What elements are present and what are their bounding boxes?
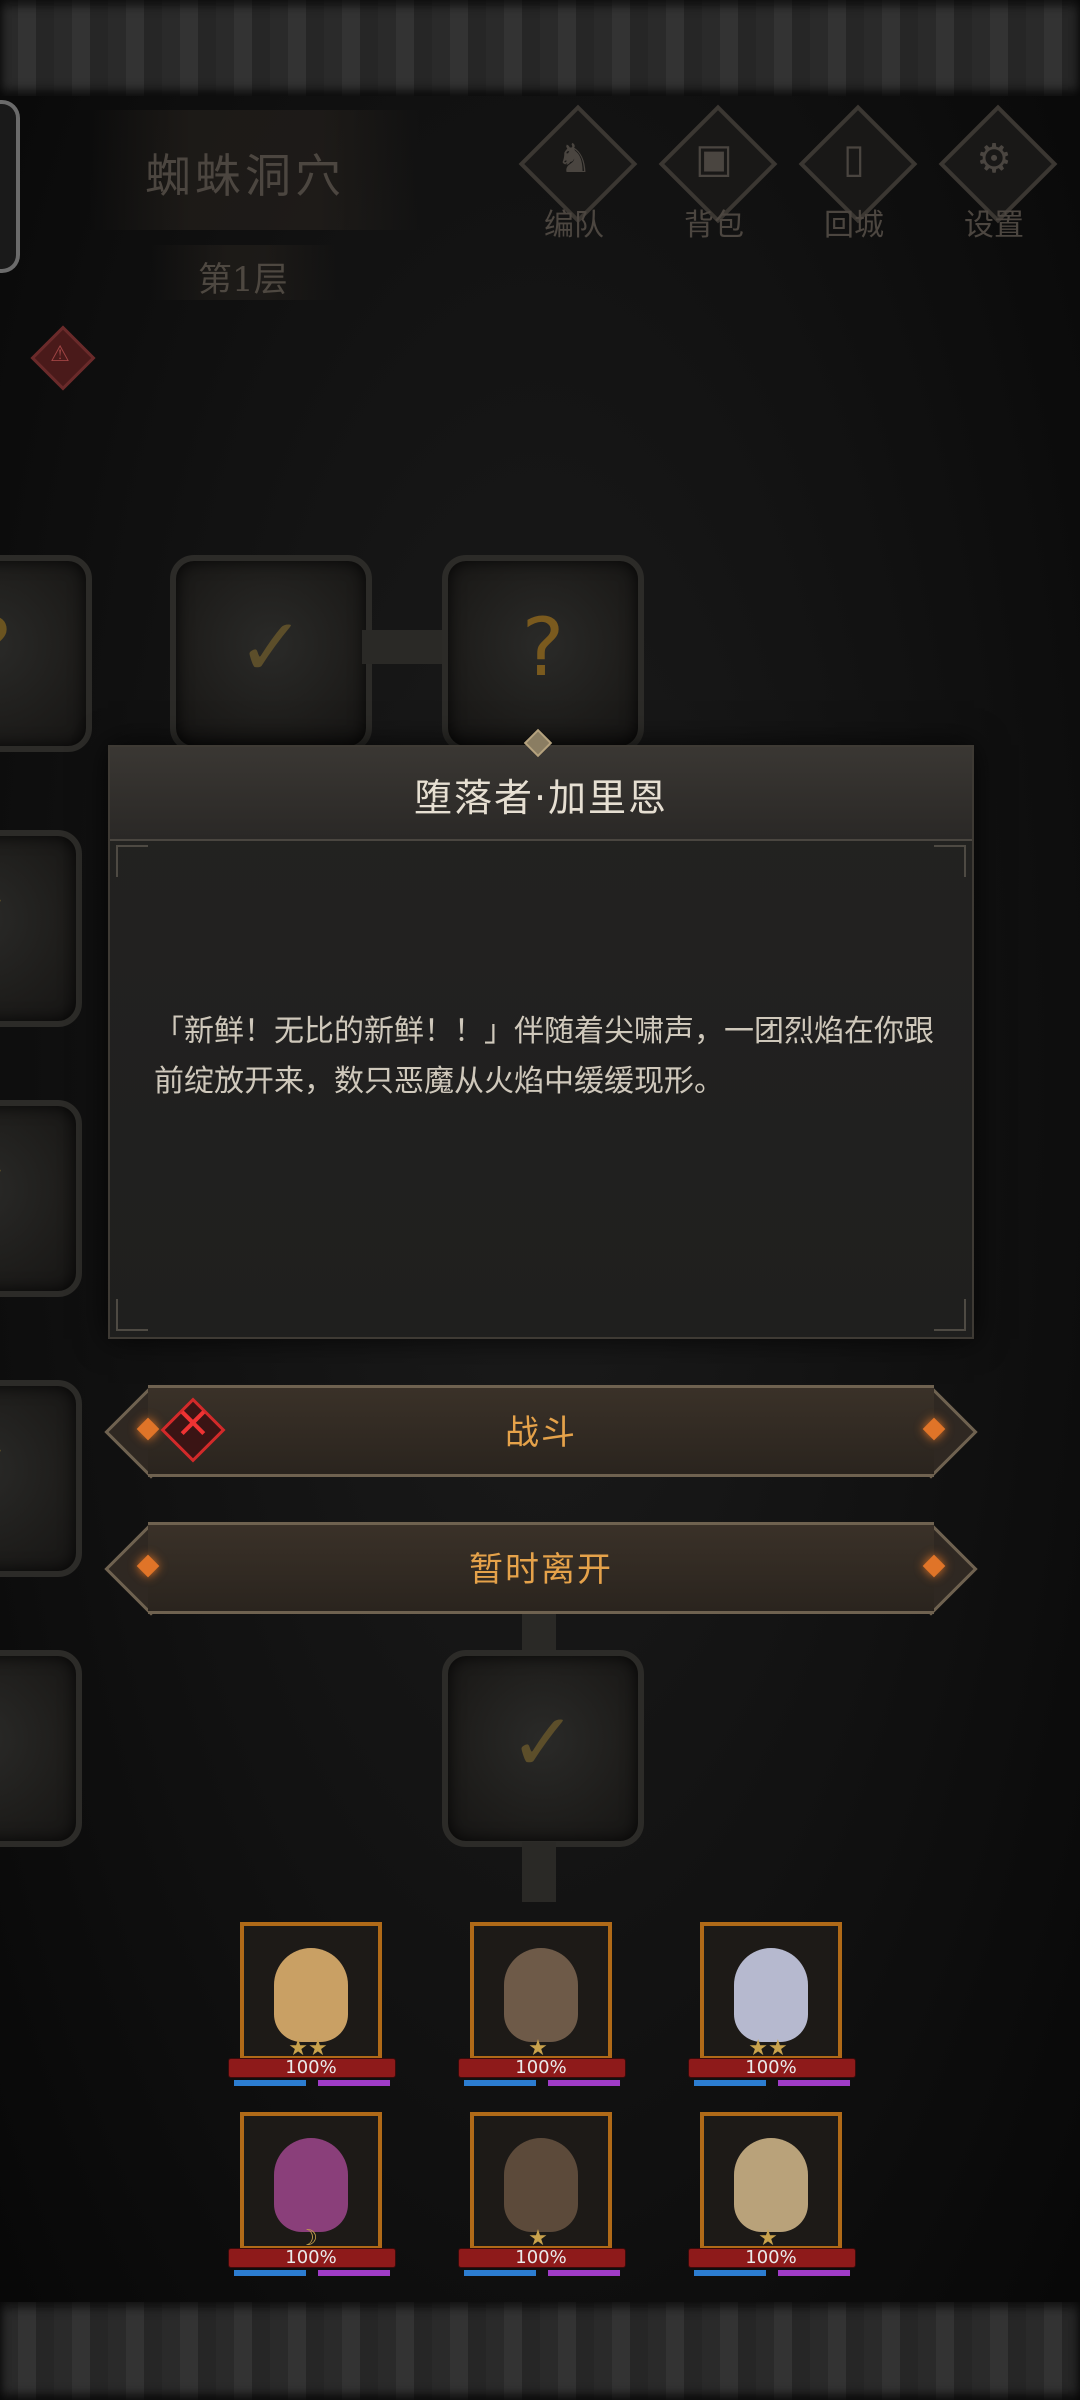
corner-ornament (116, 1299, 148, 1331)
dialog-title: 堕落者·加里恩 (413, 776, 669, 820)
dialog-header: 堕落者·加里恩 (110, 747, 972, 841)
fight-button[interactable]: ✕ 战斗 (104, 1385, 978, 1479)
map-tile[interactable]: ✓ (0, 830, 82, 1027)
leave-label: 暂时离开 (469, 1550, 613, 1590)
formation-button[interactable]: ♞ 编队 (512, 104, 638, 248)
hero-hp: 100% (515, 2057, 567, 2078)
settings-button[interactable]: ⚙ 设置 (932, 104, 1058, 248)
event-dialog: 堕落者·加里恩 「新鲜！无比的新鲜！！」伴随着尖啸声，一团烈焰在你跟前绽放开来，… (108, 745, 974, 1339)
hero-hp: 100% (745, 2247, 797, 2268)
hero-slot[interactable]: ★ 100% (458, 1922, 628, 2087)
leave-button[interactable]: 暂时离开 (104, 1522, 978, 1616)
map-tile[interactable]: ✓ (170, 555, 372, 752)
back-button[interactable] (0, 100, 20, 273)
bottom-frame (0, 2302, 1080, 2400)
helmet-icon: ♞ (556, 136, 592, 182)
hero-hp: 100% (515, 2247, 567, 2268)
dialog-text: 「新鲜！无比的新鲜！！」伴随着尖啸声，一团烈焰在你跟前绽放开来，数只恶魔从火焰中… (154, 1014, 934, 1099)
game-screen: { "header": { "dungeon_name": "蜘蛛洞穴", "f… (0, 0, 1080, 2400)
hero-hp: 100% (745, 2057, 797, 2078)
corner-ornament (934, 845, 966, 877)
floor-label: 第1层 (198, 260, 288, 300)
map-path (522, 1842, 556, 1902)
hero-slot[interactable]: ★ 100% (688, 2112, 858, 2277)
hero-hp: 100% (285, 2057, 337, 2078)
backpack-button[interactable]: ▣ 背包 (652, 104, 778, 248)
corner-ornament (116, 845, 148, 877)
hero-slot[interactable]: ☽ 100% (228, 2112, 398, 2277)
corner-ornament (934, 1299, 966, 1331)
hero-slot[interactable]: ★★ 100% (228, 1922, 398, 2087)
hero-slot[interactable]: ★ 100% (458, 2112, 628, 2277)
hero-hp: 100% (285, 2247, 337, 2268)
map-path (362, 630, 448, 664)
map-tile[interactable]: ? (442, 555, 644, 752)
hero-slot[interactable]: ★★ 100% (688, 1922, 858, 2087)
warning-icon: ⚠ (50, 342, 70, 367)
backpack-icon: ▣ (695, 136, 733, 182)
map-tile[interactable]: ? (0, 555, 92, 752)
map-tile[interactable]: ✓ (442, 1650, 644, 1847)
map-tile[interactable]: ✓ (0, 1380, 82, 1577)
return-town-button[interactable]: ▯ 回城 (792, 104, 918, 248)
fight-label: 战斗 (505, 1413, 577, 1453)
gear-icon: ⚙ (976, 136, 1012, 182)
dungeon-name: 蜘蛛洞穴 (145, 149, 345, 203)
door-icon: ▯ (842, 136, 865, 182)
map-tile[interactable]: ? (0, 1650, 82, 1847)
map-tile[interactable]: ✓ (0, 1100, 82, 1297)
top-frame (0, 0, 1080, 96)
